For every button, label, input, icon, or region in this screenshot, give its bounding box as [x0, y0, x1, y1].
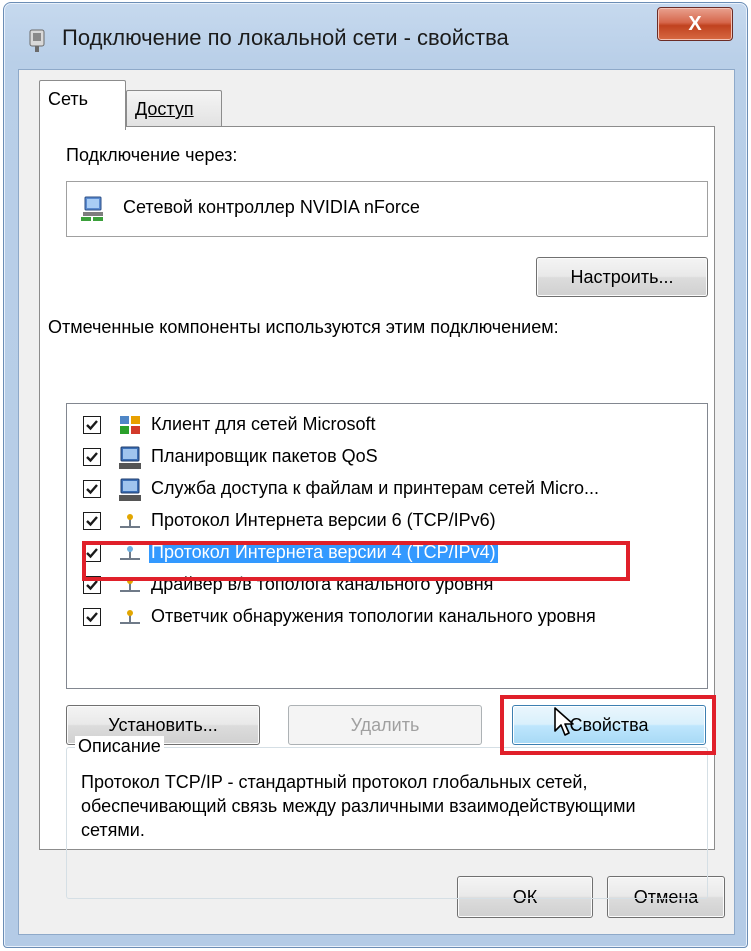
checkbox[interactable] — [83, 480, 101, 498]
list-item[interactable]: Ответчик обнаружения топологии канальног… — [67, 602, 707, 634]
remove-button: Удалить — [288, 705, 482, 745]
highlight-frame-properties — [500, 695, 716, 755]
description-text: Протокол TCP/IP - стандартный протокол г… — [81, 772, 636, 840]
list-item-label: Клиент для сетей Microsoft — [151, 414, 376, 434]
list-item-label: Служба доступа к файлам и принтерам сете… — [151, 478, 599, 498]
tab-network[interactable]: Сеть — [39, 80, 126, 130]
description-group: Описание Протокол TCP/IP - стандартный п… — [66, 736, 708, 899]
install-button-label: Установить... — [108, 715, 218, 735]
network-adapter-icon — [81, 196, 103, 221]
description-legend: Описание — [75, 736, 164, 757]
components-label: Отмеченные компоненты используются этим … — [48, 317, 559, 337]
protocol-icon — [120, 610, 140, 624]
tab-sharing[interactable]: Доступ — [126, 90, 222, 126]
checkbox[interactable] — [83, 448, 101, 466]
window-title: Подключение по локальной сети - свойства — [62, 25, 509, 50]
remove-button-label: Удалить — [350, 715, 420, 735]
list-item[interactable]: Клиент для сетей Microsoft — [67, 410, 707, 442]
computer-service-icon — [119, 446, 141, 469]
list-item[interactable]: Протокол Интернета версии 6 (TCP/IPv6) — [67, 506, 707, 538]
mouse-cursor-icon — [554, 707, 574, 736]
adapter-box: Сетевой контроллер NVIDIA nForce — [66, 181, 708, 237]
network-tab-page: Подключение через: Сетевой контроллер NV… — [39, 126, 716, 899]
checkbox[interactable] — [83, 512, 101, 530]
computer-service-icon — [119, 478, 141, 501]
checkbox[interactable] — [83, 416, 101, 434]
list-item[interactable]: Планировщик пакетов QoS — [67, 442, 707, 474]
list-item-label: Планировщик пакетов QoS — [151, 446, 378, 466]
protocol-icon — [120, 514, 140, 528]
tab-sharing-label: Доступ — [135, 99, 194, 119]
properties-window: Подключение по локальной сети - свойства… — [3, 2, 748, 948]
dialog-client: Сеть Доступ Подключение через: Сетевой к… — [18, 69, 735, 935]
highlight-frame-ipv4 — [82, 541, 630, 581]
list-item[interactable]: Служба доступа к файлам и принтерам сете… — [67, 474, 707, 506]
adapter-name: Сетевой контроллер NVIDIA nForce — [123, 197, 420, 217]
checkbox[interactable] — [83, 608, 101, 626]
configure-button-label: Настроить... — [570, 267, 674, 287]
configure-button[interactable]: Настроить... — [536, 257, 708, 297]
tab-network-label: Сеть — [48, 89, 89, 109]
connect-using-label: Подключение через: — [66, 145, 238, 165]
title-bar[interactable]: Подключение по локальной сети - свойства… — [4, 3, 747, 69]
network-adapter-icon — [29, 29, 45, 52]
list-item-label: Ответчик обнаружения топологии канальног… — [151, 606, 596, 626]
close-button[interactable]: X — [657, 7, 733, 41]
list-item-label: Протокол Интернета версии 6 (TCP/IPv6) — [151, 510, 496, 530]
network-client-icon — [120, 416, 140, 434]
